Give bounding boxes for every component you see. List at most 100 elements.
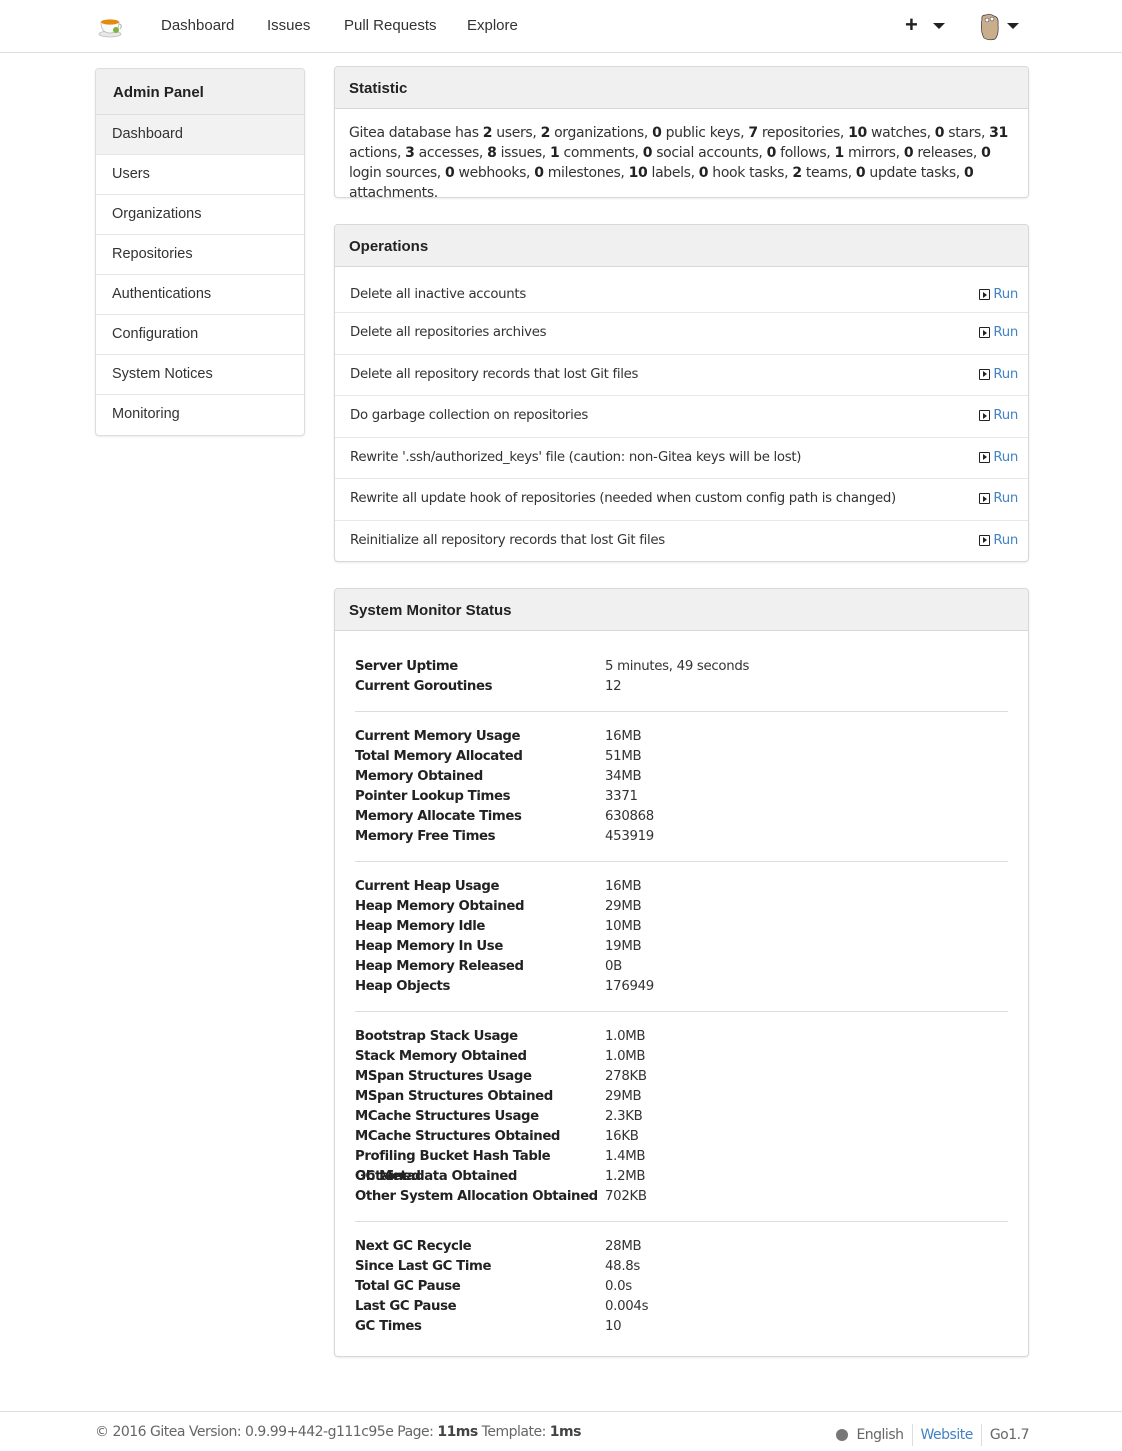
monitor-key: Heap Memory Obtained	[355, 899, 525, 914]
monitor-key: Heap Objects	[355, 979, 451, 994]
monitor-value: 1.2MB	[605, 1169, 646, 1184]
run-button[interactable]: Run	[979, 325, 1018, 340]
monitor-value: 48.8s	[605, 1259, 641, 1274]
monitor-value: 19MB	[605, 939, 642, 954]
monitor-key: Total Memory Allocated	[355, 749, 523, 764]
operation-row: Reinitialize all repository records that…	[335, 521, 1028, 562]
monitor-key: Total GC Pause	[355, 1279, 461, 1294]
run-button[interactable]: Run	[979, 367, 1018, 382]
statistic-label: organizations,	[549, 125, 653, 141]
monitor-row: MCache Structures Obtained 16KB	[355, 1127, 1008, 1147]
nav-dashboard[interactable]: Dashboard	[161, 17, 234, 34]
nav-issues[interactable]: Issues	[267, 17, 310, 34]
operation-label: Reinitialize all repository records that…	[350, 532, 665, 548]
statistic-count: 0	[981, 145, 991, 161]
monitor-group: Bootstrap Stack Usage 1.0MB Stack Memory O…	[355, 1027, 1008, 1222]
statistic-label: webhooks,	[454, 165, 535, 181]
operations-list: Delete all inactive accounts Run Delete a…	[335, 267, 1028, 562]
monitor-value: 3371	[605, 789, 638, 804]
play-square-icon	[979, 289, 991, 300]
monitor-key: MSpan Structures Usage	[355, 1069, 532, 1084]
statistic-label: milestones,	[543, 165, 629, 181]
operations-card: Operations Delete all inactive accounts R…	[334, 224, 1029, 562]
user-avatar-icon[interactable]	[977, 13, 1003, 41]
run-button[interactable]: Run	[979, 287, 1018, 302]
monitor-row: Pointer Lookup Times 3371	[355, 787, 1008, 807]
monitor-value: 278KB	[605, 1069, 647, 1084]
gitea-logo-icon[interactable]	[97, 13, 123, 39]
monitor-row: Profiling Bucket Hash Table Obtained 1.4M…	[355, 1147, 1008, 1184]
monitor-key: Other System Allocation Obtained	[355, 1189, 598, 1204]
monitor-value: 2.3KB	[605, 1109, 643, 1124]
create-plus-icon[interactable]: +	[905, 12, 918, 38]
monitor-key: Memory Obtained	[355, 769, 483, 784]
statistic-count: 10	[848, 125, 867, 141]
statistic-label: update tasks,	[865, 165, 964, 181]
run-label: Run	[993, 491, 1018, 506]
monitor-row: Heap Memory In Use 19MB	[355, 937, 1008, 957]
nav-pull-requests[interactable]: Pull Requests	[344, 17, 437, 34]
monitor-key: Server Uptime	[355, 659, 458, 674]
language-selector[interactable]: English	[856, 1427, 904, 1443]
statistic-label: stars,	[944, 125, 990, 141]
monitor-group: Server Uptime 5 minutes, 49 seconds Curren…	[355, 657, 1008, 712]
statistic-label: accesses,	[414, 145, 488, 161]
user-dropdown-caret-icon[interactable]	[1007, 23, 1019, 29]
operation-row: Delete all repositories archives Run	[335, 313, 1028, 355]
monitor-value: 16MB	[605, 729, 642, 744]
sidebar-item-repositories[interactable]: Repositories	[96, 235, 304, 275]
run-button[interactable]: Run	[979, 533, 1018, 548]
monitor-value: 5 minutes, 49 seconds	[605, 659, 750, 674]
run-button[interactable]: Run	[979, 450, 1018, 465]
sidebar-item-authentications[interactable]: Authentications	[96, 275, 304, 315]
statistic-count: 0	[766, 145, 777, 161]
operations-title: Operations	[335, 225, 1028, 267]
monitor-value: 29MB	[605, 1089, 642, 1104]
monitor-row: Current Heap Usage 16MB	[355, 877, 1008, 897]
statistic-label: issues,	[496, 145, 551, 161]
run-button[interactable]: Run	[979, 491, 1018, 506]
statistic-text: Gitea database has 2 users, 2 organizati…	[335, 109, 1028, 197]
monitor-group: Next GC Recycle 28MB Since Last GC Time 48.…	[355, 1237, 1008, 1351]
operation-label: Do garbage collection on repositories	[350, 408, 588, 423]
monitor-row: Server Uptime 5 minutes, 49 seconds	[355, 657, 1008, 677]
operation-row: Rewrite '.ssh/authorized_keys' file (cau…	[335, 438, 1028, 479]
sidebar-item-organizations[interactable]: Organizations	[96, 195, 304, 235]
statistic-label: teams,	[801, 165, 856, 181]
monitor-key: GC Metadata Obtained	[355, 1169, 518, 1184]
operation-label: Delete all repositories archives	[350, 325, 547, 340]
statistic-label: labels,	[647, 165, 699, 181]
create-dropdown-caret-icon[interactable]	[933, 23, 945, 29]
statistic-count: 10	[628, 165, 648, 181]
footer-copyright: © 2016 Gitea Version: 0.9.99+442-g111c95…	[95, 1424, 438, 1440]
monitor-value: 0.0s	[605, 1279, 632, 1294]
sidebar-item-configuration[interactable]: Configuration	[96, 315, 304, 355]
operation-row: Do garbage collection on repositories Run	[335, 396, 1028, 438]
monitor-row: Current Memory Usage 16MB	[355, 727, 1008, 747]
statistic-title: Statistic	[335, 67, 1028, 109]
statistic-count: 0	[855, 165, 866, 181]
run-label: Run	[993, 325, 1018, 340]
website-link[interactable]: Website	[921, 1427, 974, 1443]
sidebar-item-dashboard[interactable]: Dashboard	[96, 115, 304, 155]
sidebar-item-users[interactable]: Users	[96, 155, 304, 195]
monitor-value: 16MB	[605, 879, 642, 894]
monitor-row: Heap Objects 176949	[355, 977, 1008, 997]
monitor-value: 453919	[605, 829, 654, 844]
sidebar-item-monitoring[interactable]: Monitoring	[96, 395, 304, 435]
sidebar-item-system-notices[interactable]: System Notices	[96, 355, 304, 395]
monitor-value: 28MB	[605, 1239, 642, 1254]
statistic-label: actions,	[349, 145, 406, 161]
statistic-label: watches,	[866, 125, 935, 141]
statistic-count: 7	[748, 125, 758, 141]
operation-row: Rewrite all update hook of repositories …	[335, 479, 1028, 521]
run-label: Run	[993, 408, 1018, 423]
operation-label: Delete all inactive accounts	[350, 287, 526, 302]
monitor-row: Memory Obtained 34MB	[355, 767, 1008, 787]
run-button[interactable]: Run	[979, 408, 1018, 423]
monitor-value: 0B	[605, 959, 622, 974]
run-label: Run	[993, 449, 1018, 465]
statistic-label: users,	[492, 125, 541, 141]
monitor-key: Bootstrap Stack Usage	[355, 1029, 518, 1044]
nav-explore[interactable]: Explore	[467, 17, 518, 34]
